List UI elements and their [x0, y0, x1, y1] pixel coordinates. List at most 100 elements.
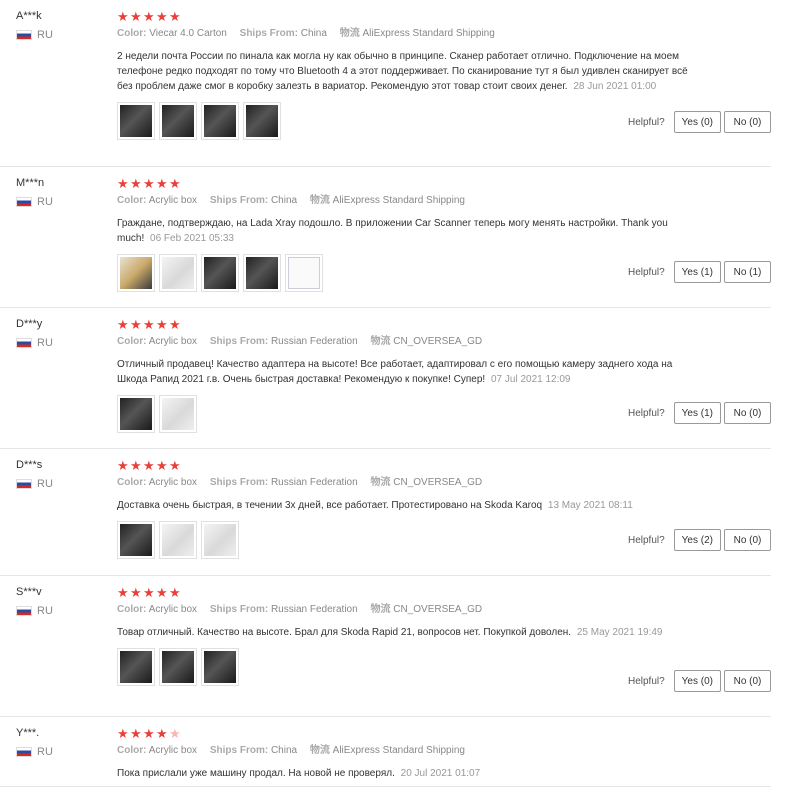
- star-icon: ★: [143, 457, 155, 473]
- color-value: Viecar 4.0 Carton: [149, 28, 227, 39]
- star-icon: ★: [143, 8, 155, 24]
- helpful-vote: Helpful? Yes (1) No (0): [628, 402, 771, 424]
- review-text-block: Доставка очень быстрая, в течении 3х дне…: [117, 498, 697, 513]
- review-date: 06 Feb 2021 05:33: [150, 233, 234, 244]
- star-icon: ★: [143, 725, 155, 741]
- reviewer-name: A***k: [16, 10, 42, 22]
- vote-yes-button[interactable]: Yes (1): [673, 402, 721, 424]
- ships-from-value: Russian Federation: [270, 477, 358, 488]
- vote-no-button[interactable]: No (0): [724, 529, 771, 551]
- review-photo-thumbnail[interactable]: [201, 254, 239, 292]
- star-icon: ★: [156, 584, 168, 600]
- review-photo-thumbnail[interactable]: [201, 521, 239, 559]
- ships-from-key: Ships From:: [209, 745, 269, 756]
- star-icon: ★: [143, 175, 155, 191]
- star-icon: ★: [130, 584, 142, 600]
- review-photo-thumbnail[interactable]: [117, 102, 155, 140]
- order-info: Color: Acrylic box Ships From: Russian F…: [117, 334, 771, 350]
- shipping-key: 物流: [370, 336, 391, 347]
- shipping-key: 物流: [370, 604, 391, 615]
- color-value: Acrylic box: [148, 195, 198, 206]
- review-date: 20 Jul 2021 01:07: [400, 768, 481, 779]
- vote-yes-button[interactable]: Yes (2): [673, 529, 721, 551]
- order-info: Color: Acrylic box Ships From: Russian F…: [117, 602, 771, 618]
- vote-yes-button[interactable]: Yes (1): [673, 261, 721, 283]
- color-value: Acrylic box: [148, 336, 198, 347]
- color-key: Color:: [117, 28, 147, 39]
- review-photo-thumbnail[interactable]: [201, 648, 239, 686]
- review-text: Пока прислали уже машину продал. На ново…: [117, 768, 395, 779]
- review-item: Y***. RU ★ ★ ★ ★ ★ Color: Acrylic box Ships …: [0, 717, 771, 787]
- star-rating: ★ ★ ★ ★ ★: [117, 584, 771, 600]
- review-photo-thumbnail[interactable]: [159, 254, 197, 292]
- reviewer-name: S***v: [16, 586, 42, 598]
- order-info: Color: Acrylic box Ships From: China 物流 …: [117, 193, 771, 209]
- review-item: D***s RU ★ ★ ★ ★ ★ Color: Acrylic box Ships …: [0, 449, 771, 576]
- helpful-vote: Helpful? Yes (0) No (0): [628, 670, 771, 692]
- country-code: RU: [37, 29, 53, 41]
- review-photo-thumbnail[interactable]: [159, 395, 197, 433]
- review-photo-thumbnail[interactable]: [117, 521, 155, 559]
- review-photo-thumbnail[interactable]: [243, 102, 281, 140]
- helpful-vote: Helpful? Yes (0) No (0): [628, 111, 771, 133]
- star-rating: ★ ★ ★ ★ ★: [117, 175, 771, 191]
- vote-yes-button[interactable]: Yes (0): [673, 670, 721, 692]
- star-icon: ★: [143, 584, 155, 600]
- star-icon: ★: [117, 457, 129, 473]
- ships-from-key: Ships From:: [239, 28, 298, 39]
- reviewer-name: D***s: [16, 459, 43, 471]
- star-rating: ★ ★ ★ ★ ★: [117, 316, 771, 332]
- review-photo-thumbnail[interactable]: [159, 102, 197, 140]
- review-photo-thumbnail[interactable]: [285, 254, 323, 292]
- star-icon: ★: [169, 725, 181, 741]
- russia-flag-icon: [16, 30, 32, 40]
- star-icon: ★: [156, 175, 168, 191]
- review-text-block: Граждане, подтверждаю, на Lada Xray подо…: [117, 216, 697, 246]
- star-icon: ★: [156, 725, 168, 741]
- reviewer-info: D***y RU: [16, 316, 106, 349]
- review-photo-thumbnail[interactable]: [201, 102, 239, 140]
- review-photo-thumbnail[interactable]: [243, 254, 281, 292]
- vote-no-button[interactable]: No (0): [724, 111, 771, 133]
- star-rating: ★ ★ ★ ★ ★: [117, 725, 771, 741]
- vote-no-button[interactable]: No (0): [724, 402, 771, 424]
- review-text-block: Пока прислали уже машину продал. На ново…: [117, 766, 697, 781]
- star-icon: ★: [130, 8, 142, 24]
- star-icon: ★: [169, 457, 181, 473]
- ships-from-key: Ships From:: [209, 195, 269, 206]
- ships-from-value: China: [270, 195, 298, 206]
- vote-no-button[interactable]: No (1): [724, 261, 771, 283]
- review-photo-thumbnail[interactable]: [159, 648, 197, 686]
- review-photo-thumbnail[interactable]: [117, 254, 155, 292]
- reviewer-info: M***n RU: [16, 175, 106, 208]
- review-date: 28 Jun 2021 01:00: [573, 81, 657, 92]
- helpful-label: Helpful?: [627, 407, 665, 419]
- review-photo-thumbnail[interactable]: [159, 521, 197, 559]
- shipping-value: CN_OVERSEA_GD: [393, 477, 483, 488]
- star-icon: ★: [117, 175, 129, 191]
- vote-no-button[interactable]: No (0): [724, 670, 771, 692]
- helpful-label: Helpful?: [627, 116, 665, 128]
- review-item: A***k RU ★ ★ ★ ★ ★ Color: Viecar 4.0 Carton …: [0, 0, 771, 167]
- ships-from-key: Ships From:: [209, 477, 269, 488]
- shipping-key: 物流: [339, 28, 360, 39]
- vote-yes-button[interactable]: Yes (0): [673, 111, 721, 133]
- helpful-label: Helpful?: [627, 266, 665, 278]
- color-value: Acrylic box: [148, 604, 198, 615]
- review-list: A***k RU ★ ★ ★ ★ ★ Color: Viecar 4.0 Carton …: [0, 0, 795, 787]
- review-text: Товар отличный. Качество на высоте. Брал…: [117, 627, 572, 638]
- review-item: M***n RU ★ ★ ★ ★ ★ Color: Acrylic box Ships …: [0, 167, 771, 308]
- star-icon: ★: [156, 8, 168, 24]
- star-icon: ★: [156, 316, 168, 332]
- review-date: 13 May 2021 08:11: [547, 500, 633, 511]
- ships-from-value: China: [270, 745, 298, 756]
- reviewer-country: RU: [16, 605, 106, 617]
- review-photo-thumbnail[interactable]: [117, 648, 155, 686]
- reviewer-name: D***y: [16, 318, 43, 330]
- star-icon: ★: [169, 316, 181, 332]
- order-info: Color: Viecar 4.0 Carton Ships From: Chi…: [117, 26, 771, 42]
- helpful-label: Helpful?: [627, 534, 665, 546]
- review-photo-thumbnail[interactable]: [117, 395, 155, 433]
- star-icon: ★: [169, 584, 181, 600]
- ships-from-key: Ships From:: [209, 336, 269, 347]
